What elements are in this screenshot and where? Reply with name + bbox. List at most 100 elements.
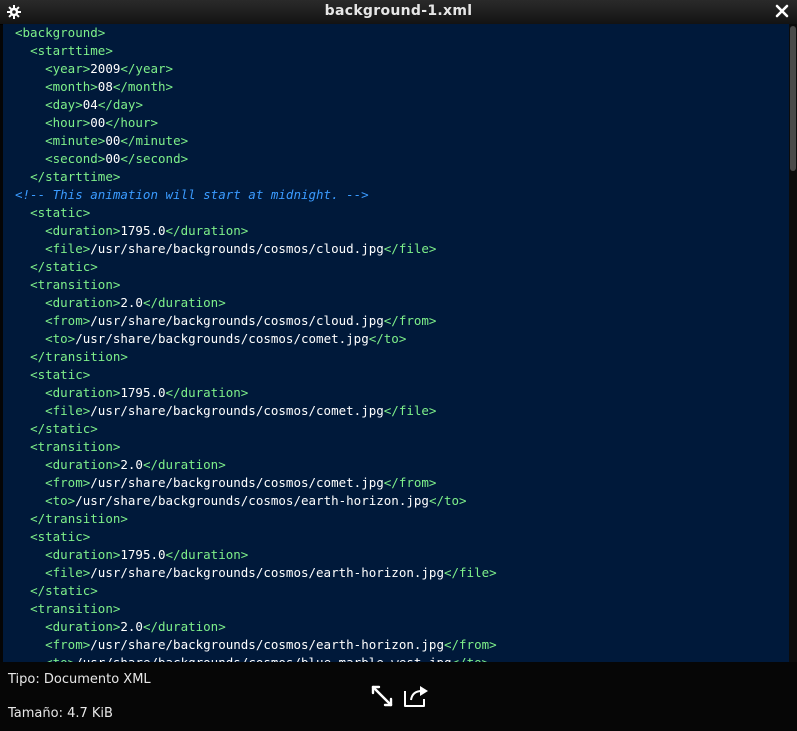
xml-text: /usr/share/backgrounds/cosmos/earth-hori… <box>75 493 429 508</box>
xml-comment: <!-- This animation will start at midnig… <box>15 187 369 202</box>
xml-tag: </duration> <box>165 223 249 238</box>
xml-text <box>15 349 30 364</box>
xml-text <box>15 79 45 94</box>
xml-tag: <static> <box>30 205 91 220</box>
xml-text: /usr/share/backgrounds/cosmos/comet.jpg <box>90 475 384 490</box>
file-type-label: Tipo: Documento XML <box>8 672 151 687</box>
close-icon[interactable] <box>775 4 789 18</box>
code-line: <file>/usr/share/backgrounds/cosmos/eart… <box>15 564 497 582</box>
xml-text <box>15 97 45 112</box>
code-line: <duration>2.0</duration> <box>15 456 497 474</box>
code-line: <from>/usr/share/backgrounds/cosmos/eart… <box>15 636 497 654</box>
xml-tag: </transition> <box>30 349 128 364</box>
xml-tag: </file> <box>383 241 437 256</box>
xml-tag: <from> <box>45 475 91 490</box>
xml-text <box>15 619 45 634</box>
xml-tag: <month> <box>45 79 98 94</box>
scrollbar-thumb[interactable] <box>790 26 796 171</box>
xml-tag: <to> <box>45 493 76 508</box>
xml-text: /usr/share/backgrounds/cosmos/cloud.jpg <box>90 313 384 328</box>
window-title: background-1.xml <box>324 3 473 19</box>
xml-tag: </to> <box>428 493 467 508</box>
xml-text <box>15 295 45 310</box>
xml-tag: </second> <box>120 151 189 166</box>
expand-arrows-icon[interactable] <box>368 682 396 710</box>
xml-text: 2.0 <box>120 295 143 310</box>
xml-tag: <duration> <box>45 547 121 562</box>
xml-tag: </file> <box>383 403 437 418</box>
xml-text <box>15 313 45 328</box>
xml-tag: <second> <box>45 151 106 166</box>
xml-text <box>15 115 45 130</box>
xml-text <box>15 637 45 652</box>
code-line: </static> <box>15 258 497 276</box>
xml-text <box>15 529 30 544</box>
code-line: <static> <box>15 366 497 384</box>
code-line: </transition> <box>15 510 497 528</box>
code-line: </transition> <box>15 348 497 366</box>
xml-text <box>15 547 45 562</box>
title-bar[interactable]: background-1.xml <box>0 0 797 25</box>
code-line: <year>2009</year> <box>15 60 497 78</box>
xml-text <box>15 457 45 472</box>
xml-tag: <file> <box>45 403 91 418</box>
xml-text: 2.0 <box>120 457 143 472</box>
code-line: <duration>2.0</duration> <box>15 294 497 312</box>
xml-text <box>15 565 45 580</box>
code-line: <from>/usr/share/backgrounds/cosmos/clou… <box>15 312 497 330</box>
xml-tag: <minute> <box>45 133 106 148</box>
xml-text: /usr/share/backgrounds/cosmos/earth-hori… <box>90 565 444 580</box>
code-line: <file>/usr/share/backgrounds/cosmos/clou… <box>15 240 497 258</box>
code-line: <month>08</month> <box>15 78 497 96</box>
xml-tag: </year> <box>120 61 174 76</box>
vertical-scrollbar[interactable] <box>789 24 797 662</box>
xml-text <box>15 259 30 274</box>
xml-source-view[interactable]: <background> <starttime> <year>2009</yea… <box>3 24 789 662</box>
xml-tag: </duration> <box>142 295 226 310</box>
xml-tag: <transition> <box>30 277 121 292</box>
code-line: </static> <box>15 420 497 438</box>
xml-tag: </duration> <box>165 385 249 400</box>
xml-text: /usr/share/backgrounds/cosmos/earth-hori… <box>90 637 444 652</box>
file-size-label: Tamaño: 4.7 KiB <box>8 706 113 721</box>
xml-tag: </from> <box>443 637 497 652</box>
xml-text <box>15 61 45 76</box>
xml-text <box>15 475 45 490</box>
xml-tag: <from> <box>45 313 91 328</box>
file-info-footer: Tipo: Documento XML Tamaño: 4.7 KiB <box>0 662 797 731</box>
share-arrow-icon[interactable] <box>402 682 430 710</box>
xml-tag: <duration> <box>45 223 121 238</box>
code-line: <from>/usr/share/backgrounds/cosmos/come… <box>15 474 497 492</box>
xml-tag: <duration> <box>45 457 121 472</box>
code-line: <!-- This animation will start at midnig… <box>15 186 497 204</box>
xml-tag: </static> <box>30 583 98 598</box>
xml-tag: <duration> <box>45 295 121 310</box>
code-line: </starttime> <box>15 168 497 186</box>
code-line: <background> <box>15 24 497 42</box>
xml-text <box>15 205 30 220</box>
code-line: <static> <box>15 204 497 222</box>
xml-tag: <starttime> <box>30 43 113 58</box>
xml-text <box>15 43 30 58</box>
xml-text: 1795.0 <box>120 223 166 238</box>
xml-text: /usr/share/backgrounds/cosmos/blue-marbl… <box>75 655 451 662</box>
xml-text <box>15 385 45 400</box>
code-line: <to>/usr/share/backgrounds/cosmos/earth-… <box>15 492 497 510</box>
xml-text: /usr/share/backgrounds/cosmos/comet.jpg <box>75 331 369 346</box>
xml-tag: </static> <box>30 259 98 274</box>
xml-tag: </from> <box>383 475 437 490</box>
code-line: <duration>1795.0</duration> <box>15 384 497 402</box>
xml-tag: <static> <box>30 367 91 382</box>
xml-tag: </to> <box>452 655 490 662</box>
xml-tag: <duration> <box>45 385 121 400</box>
preview-window: background-1.xml <background> <starttime… <box>0 0 797 731</box>
xml-text <box>15 223 45 238</box>
xml-tag: <file> <box>45 241 91 256</box>
xml-tag: </file> <box>443 565 497 580</box>
code-line: <to>/usr/share/backgrounds/cosmos/blue-m… <box>15 654 497 662</box>
xml-text <box>15 511 30 526</box>
xml-tag: </duration> <box>142 457 226 472</box>
xml-text <box>15 583 30 598</box>
xml-tag: </day> <box>97 97 143 112</box>
code-line: <minute>00</minute> <box>15 132 497 150</box>
